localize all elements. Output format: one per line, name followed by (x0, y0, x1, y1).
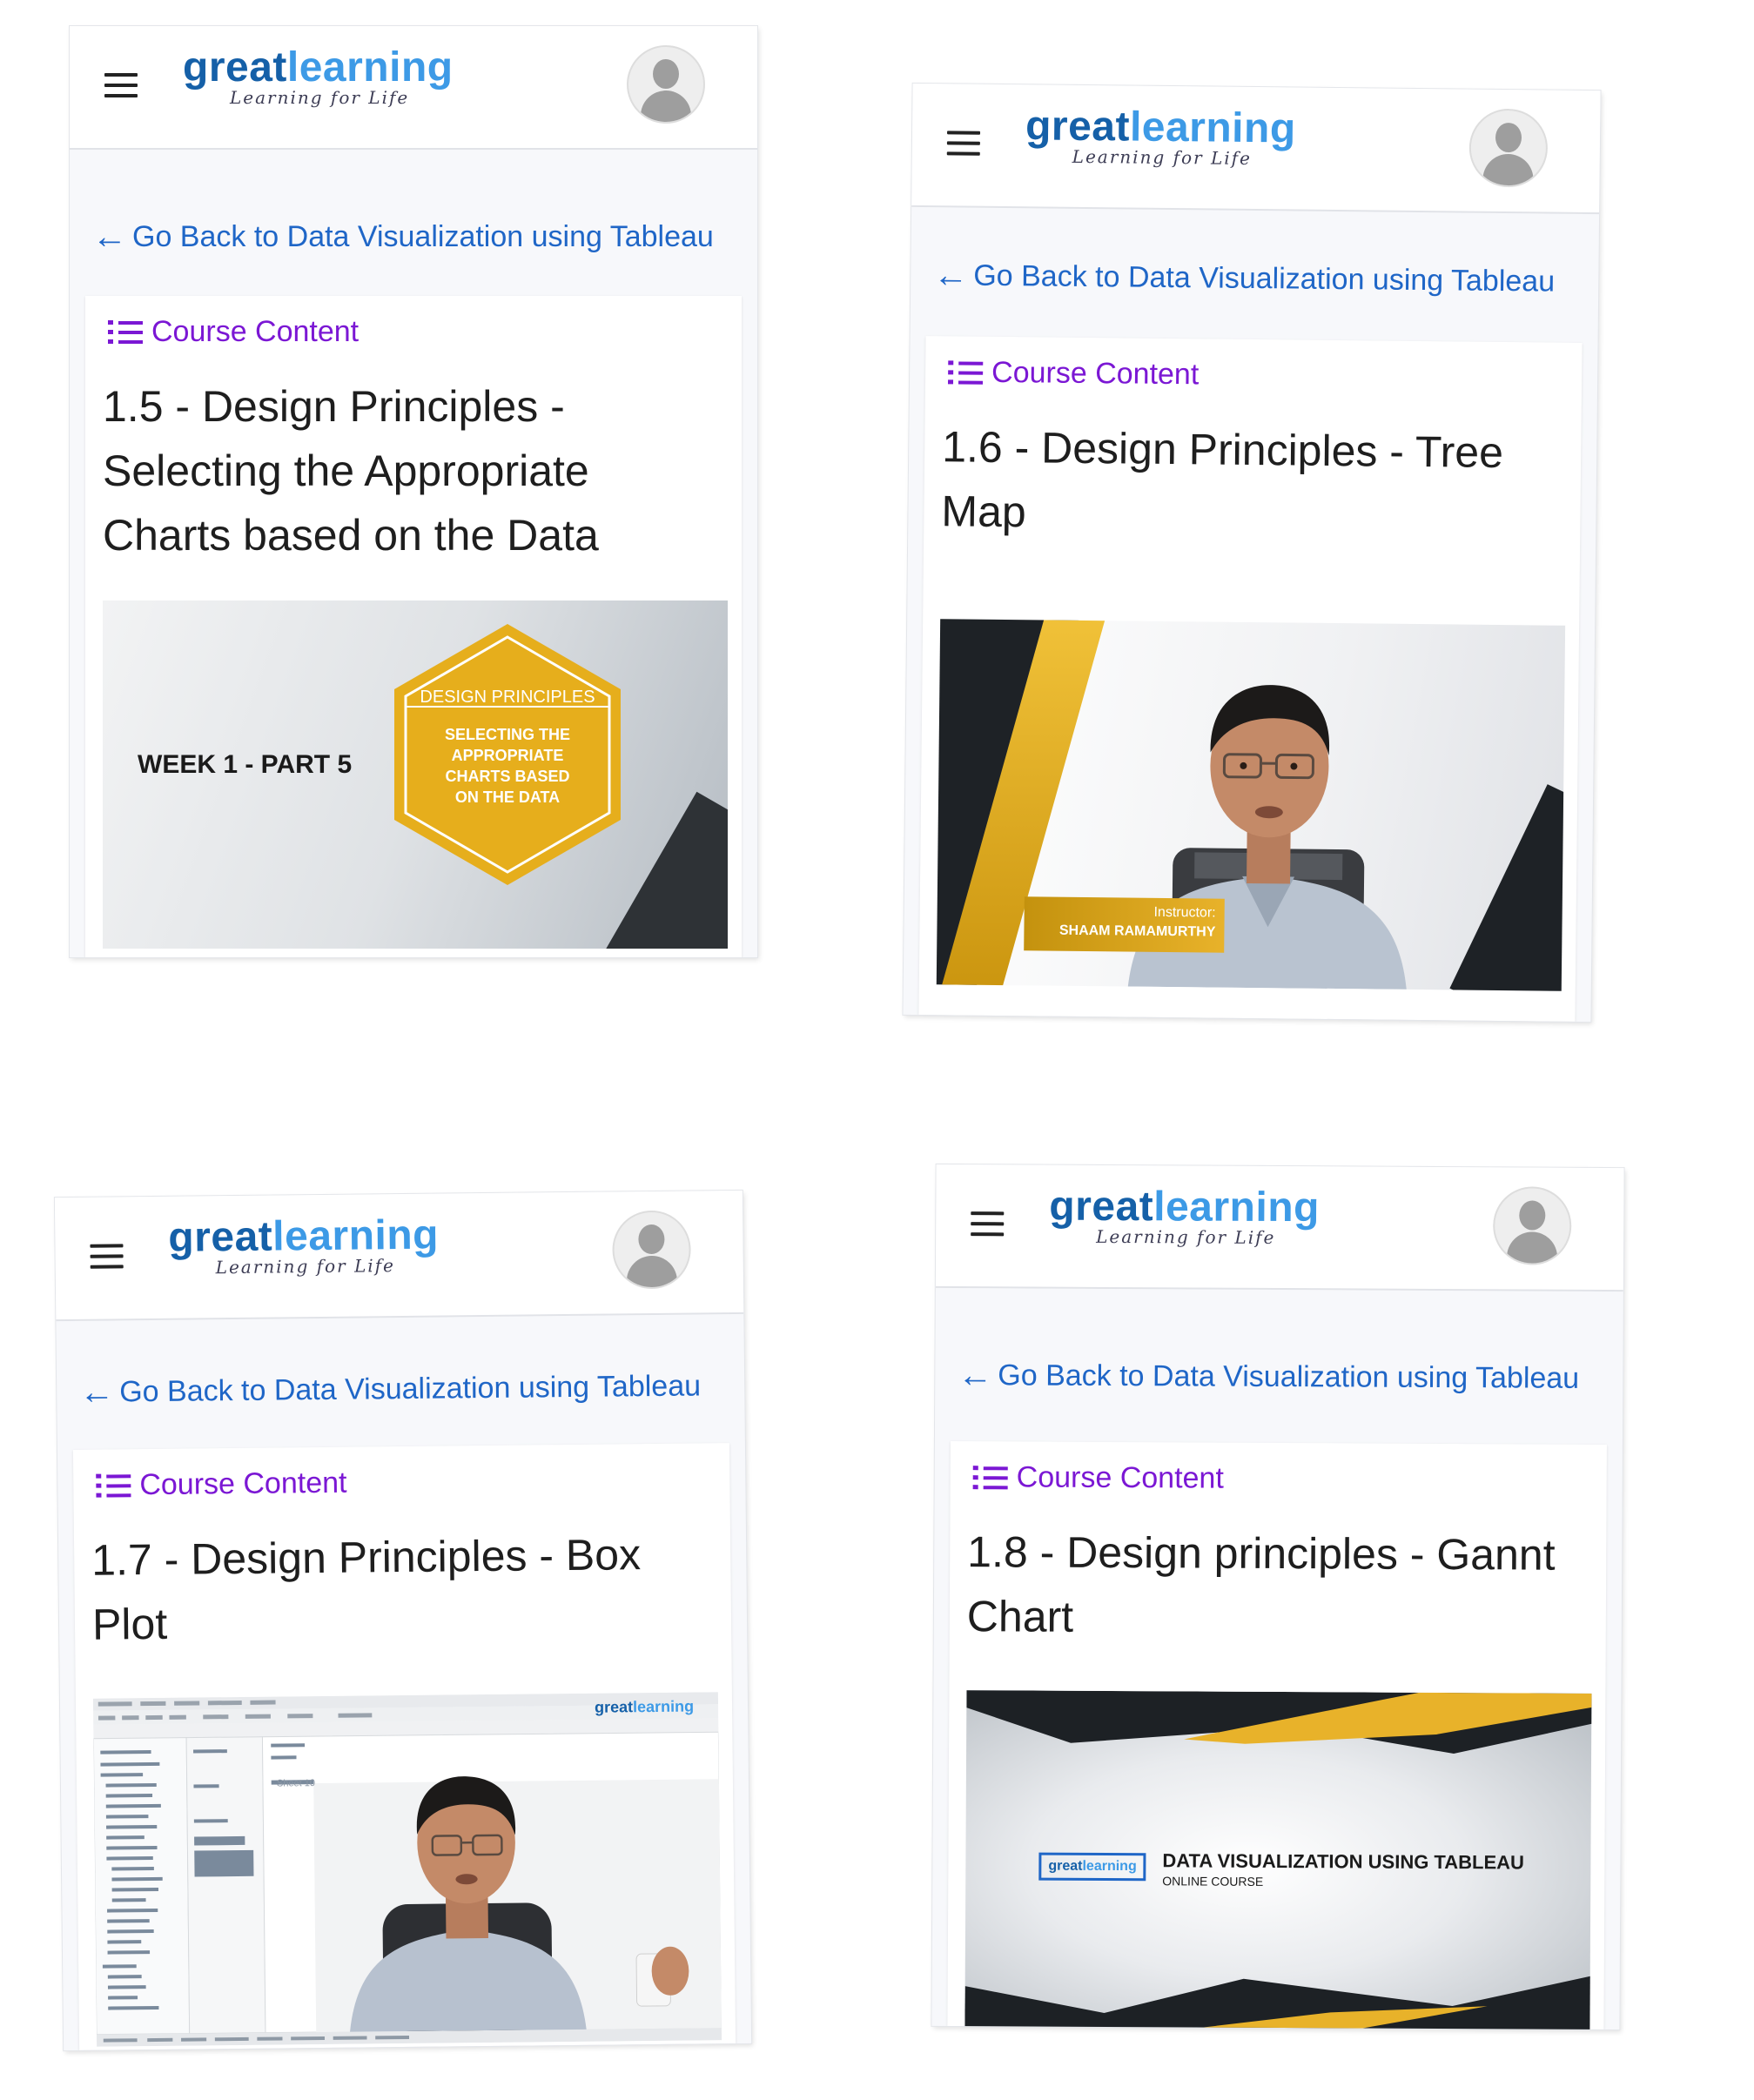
arrow-left-icon: ← (933, 256, 969, 295)
video-player[interactable]: WEEK 1 - PART 5 DESIGN PRINCIPLES SELECT… (103, 600, 728, 949)
lesson-screen-1-5: greatlearning Learning for Life ← Go Bac… (70, 26, 757, 957)
list-icon (948, 359, 984, 386)
hex-heading: DESIGN PRINCIPLES (420, 688, 595, 707)
hex-line: ON THE DATA (455, 788, 560, 806)
arrow-left-icon: ← (92, 218, 127, 256)
arrow-left-icon: ← (958, 1356, 993, 1395)
course-content-button[interactable]: Course Content (972, 1460, 1224, 1496)
hexagon-badge: DESIGN PRINCIPLES SELECTING THE APPROPRI… (390, 620, 625, 889)
user-avatar-icon[interactable] (627, 45, 705, 124)
lesson-title: 1.5 - Design Principles - Selecting the … (103, 382, 599, 560)
lesson-card: Course Content 1.5 - Design Principles -… (85, 296, 742, 957)
lesson-card: Course Content 1.6 - Design Principles -… (918, 336, 1583, 1022)
hex-line: SELECTING THE (445, 726, 570, 743)
course-subtitle-text: ONLINE COURSE (1162, 1874, 1264, 1889)
top-bar: greatlearning Learning for Life (70, 26, 757, 150)
greatlearning-logo[interactable]: greatlearning Learning for Life (1025, 103, 1296, 169)
lesson-card: Course Content 1.8 - Design principles -… (947, 1441, 1607, 2030)
course-content-button[interactable]: Course Content (108, 315, 359, 349)
greatlearning-badge: greatlearning (1038, 1852, 1146, 1882)
top-bar: greatlearning Learning for Life (935, 1164, 1624, 1292)
course-content-button[interactable]: Course Content (96, 1466, 347, 1503)
lesson-card: Course Content 1.7 - Design Principles -… (72, 1443, 736, 2050)
lesson-screen-1-8: greatlearning Learning for Life ← Go Bac… (931, 1164, 1624, 2030)
hex-line: CHARTS BASED (445, 768, 569, 785)
lesson-screen-1-6: greatlearning Learning for Life ← Go Bac… (903, 83, 1601, 1023)
top-bar: greatlearning Learning for Life (911, 83, 1601, 215)
greatlearning-logo[interactable]: greatlearning Learning for Life (1049, 1184, 1320, 1249)
list-icon (96, 1472, 131, 1500)
hamburger-menu-icon[interactable] (946, 131, 981, 157)
video-player[interactable]: Instructor: SHAAM RAMAMURTHY (936, 619, 1566, 991)
greatlearning-logo[interactable]: greatlearning Learning for Life (168, 1212, 439, 1278)
back-link[interactable]: ← Go Back to Data Visualization using Ta… (958, 1356, 1579, 1396)
arrow-left-icon: ← (79, 1372, 115, 1412)
hamburger-menu-icon[interactable] (90, 1244, 124, 1270)
lesson-title: 1.8 - Design principles - Gannt Chart (966, 1527, 1556, 1641)
list-icon (972, 1464, 1008, 1492)
back-link[interactable]: ← Go Back to Data Visualization using Ta… (79, 1368, 701, 1412)
hex-line: APPROPRIATE (452, 747, 564, 764)
video-player[interactable]: greatlearning DATA VISUALIZATION USING T… (964, 1690, 1592, 2030)
greatlearning-watermark: greatlearning (594, 1697, 695, 1716)
user-avatar-icon[interactable] (1493, 1186, 1572, 1265)
lesson-title: 1.7 - Design Principles - Box Plot (91, 1530, 642, 1649)
sheet-label: Sheet 10 (276, 1778, 316, 1789)
back-link[interactable]: ← Go Back to Data Visualization using Ta… (933, 256, 1555, 299)
back-link[interactable]: ← Go Back to Data Visualization using Ta… (92, 219, 714, 254)
week-label: WEEK 1 - PART 5 (138, 750, 353, 779)
hamburger-menu-icon[interactable] (104, 73, 138, 99)
user-avatar-icon[interactable] (612, 1210, 692, 1290)
list-icon (108, 319, 143, 346)
greatlearning-logo[interactable]: greatlearning Learning for Life (183, 45, 454, 109)
instructor-caption: Instructor: SHAAM RAMAMURTHY (1024, 896, 1225, 953)
course-title-text: DATA VISUALIZATION USING TABLEAU (1162, 1849, 1525, 1874)
tableau-workspace-image (92, 1692, 722, 2047)
course-content-button[interactable]: Course Content (948, 355, 1199, 392)
hamburger-menu-icon[interactable] (971, 1211, 1005, 1238)
lesson-screen-1-7: greatlearning Learning for Life ← Go Bac… (54, 1190, 752, 2051)
top-bar: greatlearning Learning for Life (54, 1190, 744, 1322)
video-player[interactable]: greatlearning Sheet 10 (92, 1692, 722, 2047)
lesson-title: 1.6 - Design Principles - Tree Map (941, 422, 1504, 537)
user-avatar-icon[interactable] (1468, 108, 1549, 188)
